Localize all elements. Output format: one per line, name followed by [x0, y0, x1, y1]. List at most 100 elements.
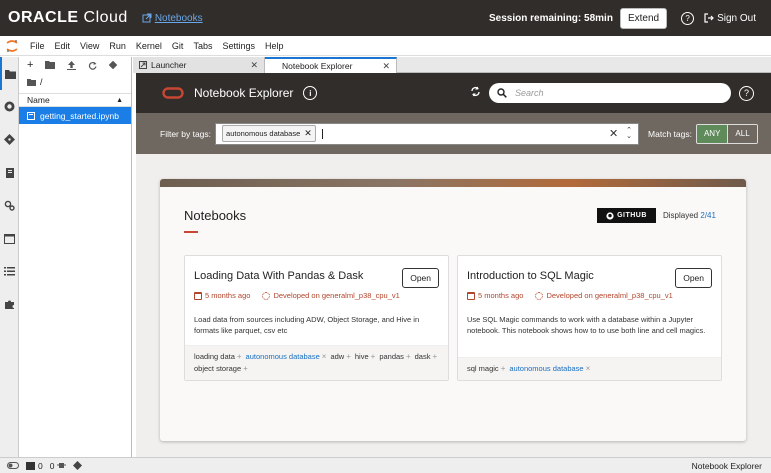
menu-kernel[interactable]: Kernel: [131, 41, 167, 51]
card-description: Use SQL Magic commands to work with a da…: [467, 315, 706, 335]
card-age: 5 months ago: [478, 291, 524, 300]
tag-item[interactable]: object storage +: [194, 363, 248, 375]
upload-icon[interactable]: [67, 60, 77, 70]
new-folder-icon[interactable]: [45, 61, 56, 69]
file-list-header[interactable]: Name ▲: [19, 93, 131, 107]
toggle-icon: [7, 462, 19, 469]
status-terminals[interactable]: 0: [26, 461, 43, 471]
displayed-count: Displayed 2/41: [663, 211, 716, 220]
oracle-cloud-logo[interactable]: ORACLE Cloud: [8, 9, 128, 27]
notebook-file-icon: [27, 111, 35, 120]
add-tag-icon[interactable]: +: [406, 351, 411, 363]
clear-icon[interactable]: ✕: [609, 127, 618, 140]
status-current-activity: Notebook Explorer: [691, 460, 762, 471]
help-icon[interactable]: ?: [681, 11, 695, 25]
tab-launcher[interactable]: Launcher ✕: [133, 57, 265, 73]
environment-icon: [535, 291, 544, 300]
menu-git[interactable]: Git: [167, 41, 189, 51]
tab-bar: Launcher ✕ Notebook Explorer ✕: [133, 57, 771, 73]
file-browser-tab[interactable]: [0, 57, 19, 90]
card-meta: 5 months ago Developed on generalml_p38_…: [194, 291, 400, 300]
open-button[interactable]: Open: [675, 268, 712, 288]
tag-item[interactable]: dask +: [415, 351, 438, 363]
jupyter-logo-icon: [3, 37, 21, 55]
file-browser-toolbar: +: [19, 57, 131, 73]
menu-file[interactable]: File: [25, 41, 50, 51]
status-git[interactable]: [73, 461, 83, 470]
running-kernels-tab[interactable]: [0, 90, 19, 123]
oracle-logo-icon: [162, 87, 184, 99]
tag-item[interactable]: adw +: [330, 351, 350, 363]
add-tag-icon[interactable]: +: [243, 363, 248, 375]
card-tags: loading data + autonomous database × adw + …: [185, 345, 448, 380]
tag-item[interactable]: sql magic +: [467, 363, 505, 375]
add-tag-icon[interactable]: +: [346, 351, 351, 363]
panel-title: Notebooks: [184, 208, 247, 223]
activity-bar: [0, 57, 19, 457]
tag-item[interactable]: loading data +: [194, 351, 242, 363]
match-any-button[interactable]: ANY: [696, 124, 728, 143]
property-inspector-tab[interactable]: [0, 156, 19, 189]
environment-icon: [262, 291, 271, 300]
tag-item[interactable]: autonomous database ×: [509, 363, 590, 375]
file-list-item[interactable]: getting_started.ipynb: [19, 107, 131, 124]
terminal-icon: [26, 461, 35, 470]
sort-up-icon: ▲: [116, 96, 123, 104]
puzzle-icon: [5, 300, 14, 309]
add-tag-icon[interactable]: +: [237, 351, 242, 363]
menu-help[interactable]: Help: [260, 41, 289, 51]
notebook-card: Loading Data With Pandas & Dask Open 5 m…: [184, 255, 449, 381]
new-launcher-icon[interactable]: +: [27, 59, 33, 71]
gears-icon: [4, 200, 15, 211]
sign-out-button[interactable]: Sign Out: [704, 13, 756, 24]
extend-button[interactable]: Extend: [619, 7, 668, 29]
close-icon[interactable]: ✕: [250, 60, 258, 71]
explorer-help-icon[interactable]: ?: [739, 85, 754, 101]
remove-tag-icon[interactable]: ×: [586, 363, 591, 375]
extension-manager-tab[interactable]: [0, 288, 19, 321]
menu-edit[interactable]: Edit: [50, 41, 76, 51]
git-clone-icon[interactable]: [109, 60, 118, 70]
notebooks-link-label[interactable]: Notebooks: [155, 13, 203, 24]
menu-view[interactable]: View: [75, 41, 104, 51]
card-age: 5 months ago: [205, 291, 251, 300]
folder-icon[interactable]: [27, 78, 36, 86]
status-simple-toggle[interactable]: [7, 462, 19, 469]
add-tag-icon[interactable]: +: [371, 351, 376, 363]
add-tag-icon[interactable]: +: [501, 363, 506, 375]
add-tag-icon[interactable]: +: [432, 351, 437, 363]
tag-item[interactable]: autonomous database ×: [246, 351, 327, 363]
status-kernels[interactable]: 0: [50, 461, 67, 471]
menu-run[interactable]: Run: [104, 41, 131, 51]
tab-label: Launcher: [151, 60, 187, 70]
remove-tag-icon[interactable]: ✕: [304, 128, 312, 139]
menu-settings[interactable]: Settings: [217, 41, 260, 51]
open-tabs-tab[interactable]: [0, 222, 19, 255]
github-button[interactable]: GITHUB: [597, 208, 656, 223]
card-tags: sql magic + autonomous database ×: [458, 357, 721, 380]
git-tab[interactable]: [0, 123, 19, 156]
menu-tabs[interactable]: Tabs: [188, 41, 217, 51]
notebooks-link[interactable]: Notebooks: [142, 13, 203, 24]
info-icon[interactable]: i: [303, 86, 318, 100]
remove-tag-icon[interactable]: ×: [322, 351, 327, 363]
name-column-header[interactable]: Name: [27, 95, 50, 105]
close-icon[interactable]: ✕: [382, 61, 390, 72]
tag-chip-label: autonomous database: [226, 129, 301, 138]
dropdown-chevron-icon[interactable]: ⌃ ⌄: [626, 127, 632, 140]
search-input[interactable]: Search: [489, 83, 731, 103]
tag-item[interactable]: hive +: [355, 351, 375, 363]
tag-item[interactable]: pandas +: [379, 351, 410, 363]
card-environment: Developed on generalml_p38_cpu_v1: [546, 291, 673, 300]
table-of-contents-tab[interactable]: [0, 255, 19, 288]
refresh-icon[interactable]: [88, 61, 98, 70]
open-button[interactable]: Open: [402, 268, 439, 288]
tab-notebook-explorer[interactable]: Notebook Explorer ✕: [265, 57, 397, 73]
card-title: Loading Data With Pandas & Dask: [194, 270, 364, 282]
refresh-icon[interactable]: [470, 86, 481, 100]
sign-out-icon: [704, 13, 714, 23]
extensions-settings-tab[interactable]: [0, 189, 19, 222]
tag-filter-input[interactable]: autonomous database ✕ ✕ ⌃ ⌄: [215, 122, 640, 145]
match-all-button[interactable]: ALL: [727, 124, 757, 143]
breadcrumb-path[interactable]: /: [40, 77, 43, 87]
